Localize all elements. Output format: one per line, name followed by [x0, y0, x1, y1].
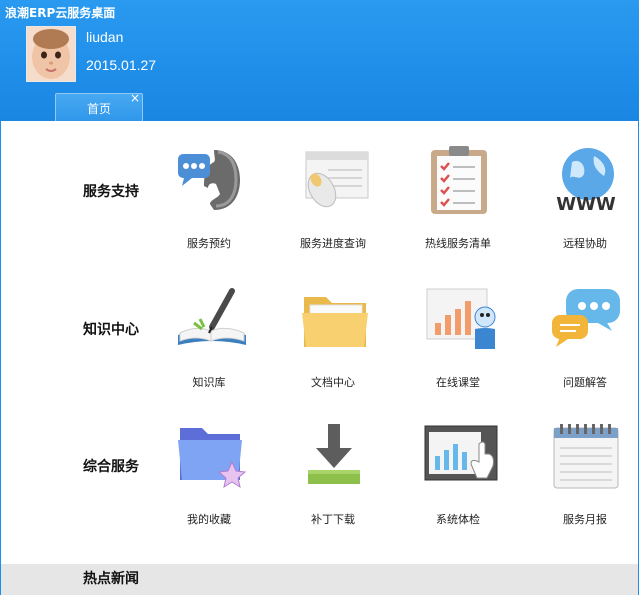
folder-icon — [302, 297, 368, 347]
tile-label: 补丁下载 — [311, 513, 355, 526]
tile-knowledge-base[interactable]: 知识库 — [154, 283, 264, 393]
svg-text:WWW: WWW — [556, 194, 616, 215]
section-title-integrated-services: 综合服务 — [83, 459, 139, 475]
tile-service-progress[interactable]: 服务进度查询 — [278, 144, 388, 254]
tile-label: 问题解答 — [563, 376, 607, 389]
section-title-knowledge-center: 知识中心 — [83, 322, 139, 338]
book-pen-icon — [178, 288, 246, 345]
tile-service-monthly-report[interactable]: 服务月报 — [530, 420, 639, 530]
favorite-folder-icon — [178, 428, 247, 489]
download-icon — [308, 424, 360, 484]
tile-label: 知识库 — [192, 376, 226, 389]
tile-document-center[interactable]: 文档中心 — [278, 283, 388, 393]
avatar[interactable] — [26, 26, 76, 82]
section-title-service-support: 服务支持 — [83, 184, 139, 200]
classroom-icon — [426, 288, 496, 349]
tab-home[interactable]: 首页 × — [55, 92, 143, 121]
tile-qa[interactable]: 问题解答 — [530, 283, 639, 393]
app-title: 浪潮ERP云服务桌面 — [5, 6, 116, 20]
tile-system-check[interactable]: 系统体检 — [403, 420, 513, 530]
globe-www-icon: WWW — [556, 148, 616, 215]
date: 2015.01.27 — [86, 57, 157, 73]
phone-icon — [178, 150, 240, 210]
tile-label: 我的收藏 — [187, 513, 231, 526]
tile-online-classroom[interactable]: 在线课堂 — [403, 283, 513, 393]
mouse-window-icon — [305, 151, 369, 208]
tile-service-appointment[interactable]: 服务预约 — [154, 144, 264, 254]
close-icon[interactable]: × — [130, 92, 140, 104]
baby-face-icon — [27, 27, 75, 81]
tile-label: 服务月报 — [563, 513, 607, 526]
tile-hotline-list[interactable]: 热线服务清单 — [403, 144, 513, 254]
header: 浪潮ERP云服务桌面 liudan 2015.01.27 首页 × — [0, 0, 639, 121]
tile-label: 远程协助 — [563, 237, 607, 250]
clipboard-checklist-icon — [431, 146, 487, 214]
tile-patch-download[interactable]: 补丁下载 — [278, 420, 388, 530]
news-title: 热点新闻 — [83, 571, 139, 587]
left-border — [0, 121, 1, 595]
tile-label: 在线课堂 — [436, 376, 480, 389]
news-section: 热点新闻 — [1, 564, 638, 595]
chat-bubbles-icon — [552, 289, 620, 347]
calendar-notebook-icon — [553, 424, 619, 489]
tile-remote-assist[interactable]: WWW 远程协助 — [530, 144, 639, 254]
tile-label: 文档中心 — [311, 376, 355, 389]
username: liudan — [86, 29, 124, 45]
tile-label: 热线服务清单 — [425, 237, 491, 250]
tile-label: 服务预约 — [187, 237, 231, 250]
system-check-icon — [424, 425, 498, 481]
tile-label: 服务进度查询 — [300, 237, 366, 250]
tile-label: 系统体检 — [436, 513, 480, 526]
tile-my-favorites[interactable]: 我的收藏 — [154, 420, 264, 530]
